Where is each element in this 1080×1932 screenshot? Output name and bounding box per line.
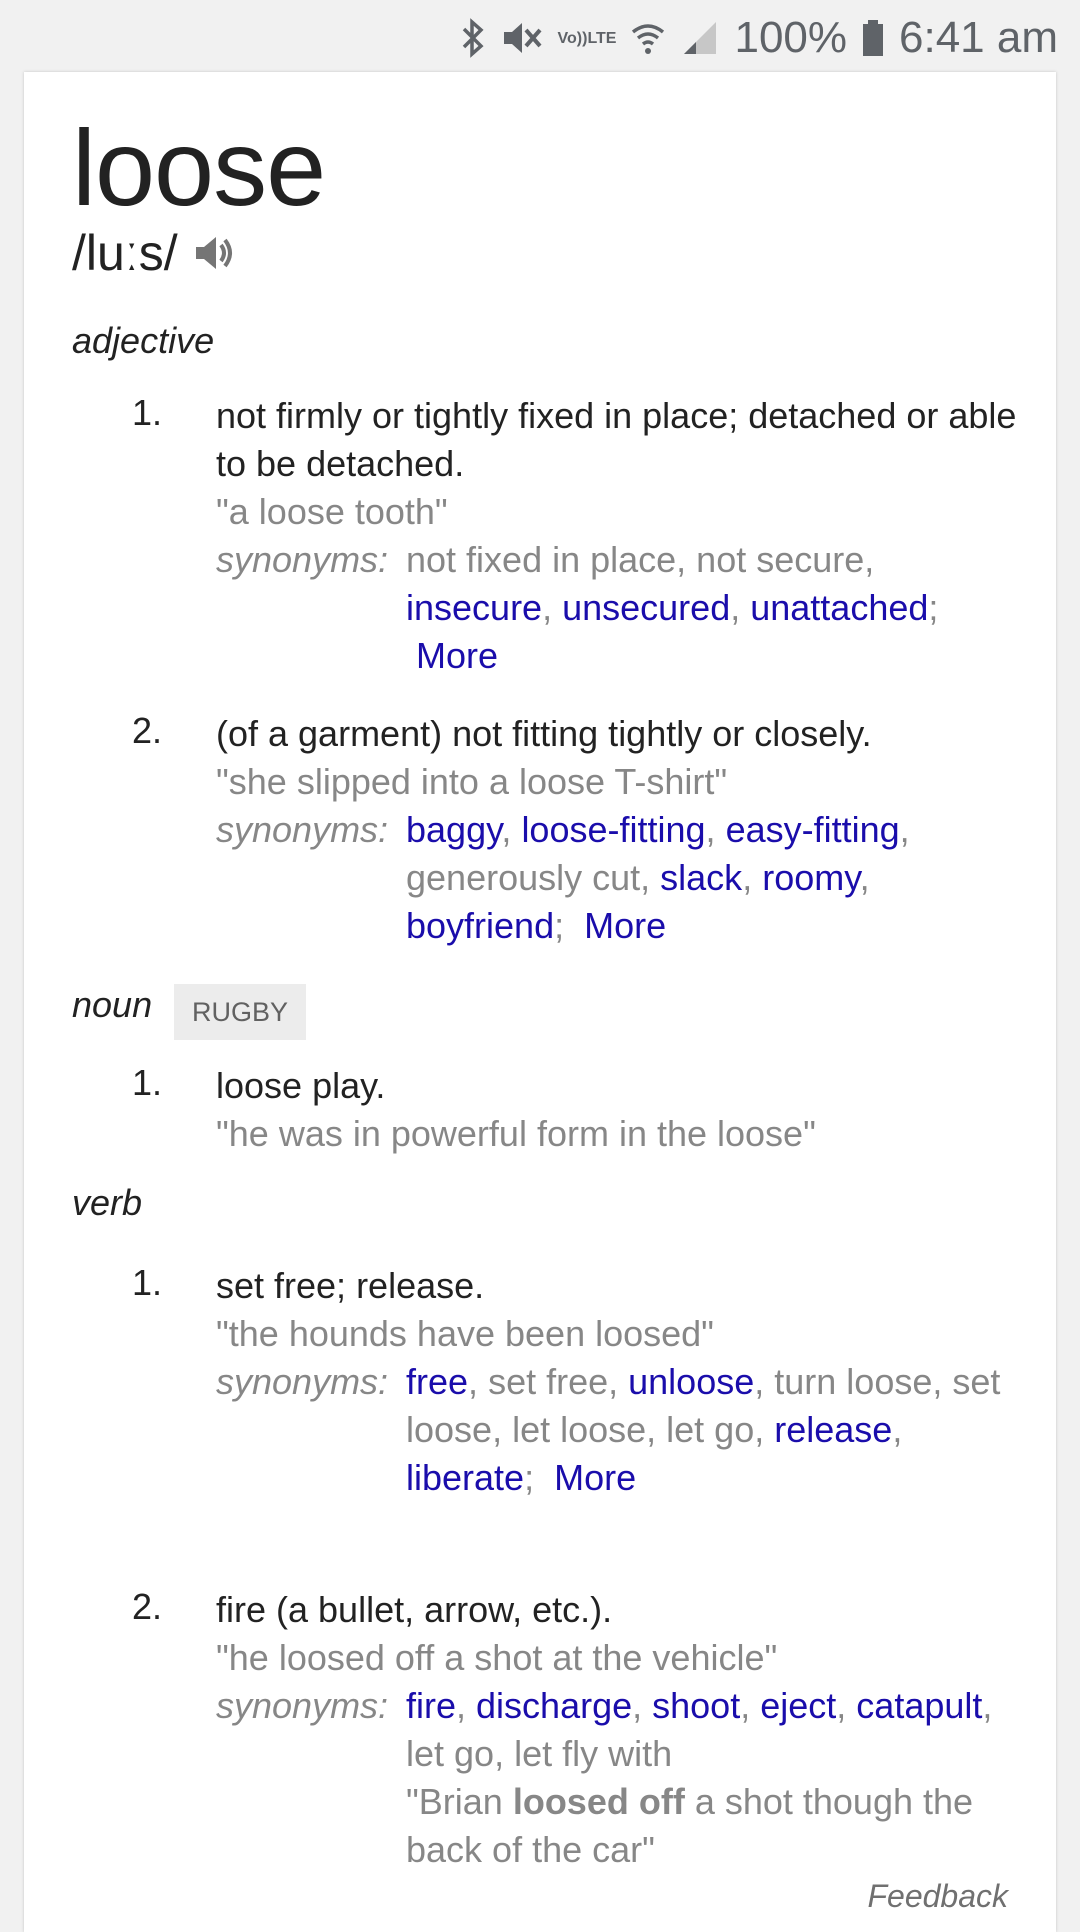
synonym-quote-highlight: loosed off (512, 1781, 685, 1822)
mute-icon (500, 18, 544, 58)
synonyms-row: synonyms: fire, discharge, shoot, eject,… (216, 1682, 1032, 1874)
synonym-quote-start: "Brian (406, 1781, 513, 1822)
adjective-sense-2: 2. (of a garment) not fitting tightly or… (132, 710, 1032, 950)
synonym-link[interactable]: shoot (652, 1685, 740, 1726)
synonyms-row: synonyms: baggy, loose-fitting, easy-fit… (216, 806, 1032, 950)
synonym-link[interactable]: unattached (750, 587, 928, 628)
synonyms-list: free, set free, unloose, turn loose, set… (406, 1361, 1001, 1498)
example: "she slipped into a loose T-shirt" (216, 761, 728, 802)
example: "he loosed off a shot at the vehicle" (216, 1637, 778, 1678)
synonyms-row: synonyms: not fixed in place, not secure… (216, 536, 1032, 680)
synonyms-list: not fixed in place, not secure, insecure… (406, 539, 939, 676)
synonyms-row: synonyms: free, set free, unloose, turn … (216, 1358, 1032, 1502)
synonym-link[interactable]: unloose (628, 1361, 754, 1402)
dictionary-card: loose /luːs/ adjective 1. not firmly or … (24, 72, 1056, 1932)
phonetic-text: /luːs/ (72, 225, 178, 281)
synonyms-list: baggy, loose-fitting, easy-fitting, gene… (406, 809, 910, 946)
feedback-link[interactable]: Feedback (867, 1878, 1008, 1915)
gloss: not firmly or tightly fixed in place; de… (216, 395, 1017, 484)
verb-sense-2: 2. fire (a bullet, arrow, etc.). "he loo… (132, 1586, 1032, 1874)
synonyms-label: synonyms: (216, 539, 389, 580)
pos-adjective: adjective (72, 320, 215, 361)
headword: loose (72, 107, 326, 228)
sense-number: 2. (132, 1586, 163, 1627)
wifi-icon (630, 18, 666, 58)
synonym-link[interactable]: release (774, 1409, 892, 1450)
synonym-link[interactable]: liberate (406, 1457, 524, 1498)
synonym-link[interactable]: discharge (476, 1685, 632, 1726)
synonym-plain: generously cut (406, 857, 641, 898)
example: "the hounds have been loosed" (216, 1313, 714, 1354)
verb-sense-1: 1. set free; release. "the hounds have b… (132, 1262, 1032, 1502)
synonym-link[interactable]: eject (760, 1685, 836, 1726)
pos-verb: verb (72, 1182, 143, 1223)
pos-noun: noun (72, 984, 153, 1025)
sense-number: 1. (132, 392, 163, 433)
usage-tag: RUGBY (174, 984, 307, 1040)
bluetooth-icon (460, 18, 486, 58)
more-link[interactable]: More (416, 635, 498, 676)
sense-number: 1. (132, 1062, 163, 1103)
signal-icon (680, 18, 720, 58)
clock: 6:41 am (899, 13, 1058, 62)
speaker-icon[interactable] (192, 230, 238, 276)
synonym-link[interactable]: catapult (856, 1685, 982, 1726)
adjective-sense-1: 1. not firmly or tightly fixed in place;… (132, 392, 1032, 680)
example: "he was in powerful form in the loose" (216, 1113, 816, 1154)
synonym-link[interactable]: slack (660, 857, 742, 898)
synonym-link[interactable]: loose-fitting (521, 809, 705, 850)
battery-percent: 100% (734, 13, 848, 62)
noun-sense-1: 1. loose play. "he was in powerful form … (132, 1062, 1032, 1158)
synonym-plain: not fixed in place, not secure, (406, 539, 875, 580)
battery-icon (861, 18, 885, 58)
synonyms-label: synonyms: (216, 809, 389, 850)
synonyms-list: fire, discharge, shoot, eject, catapult,… (406, 1685, 993, 1870)
more-link[interactable]: More (584, 905, 666, 946)
status-icons: Vo)) LTE 100% 6:41 am (460, 10, 1058, 66)
synonym-link[interactable]: easy-fitting (726, 809, 900, 850)
more-link[interactable]: More (554, 1457, 636, 1498)
example: "a loose tooth" (216, 491, 448, 532)
synonyms-label: synonyms: (216, 1361, 389, 1402)
volte-icon: Vo)) LTE (557, 29, 617, 47)
status-bar: Vo)) LTE 100% 6:41 am (0, 0, 1080, 72)
sense-number: 2. (132, 710, 163, 751)
synonym-link[interactable]: unsecured (562, 587, 730, 628)
synonym-link[interactable]: boyfriend (406, 905, 554, 946)
gloss: fire (a bullet, arrow, etc.). (216, 1589, 613, 1630)
synonym-link[interactable]: baggy (406, 809, 501, 850)
synonym-link[interactable]: roomy (762, 857, 859, 898)
synonyms-label: synonyms: (216, 1685, 389, 1726)
gloss: (of a garment) not fitting tightly or cl… (216, 713, 872, 754)
gloss: loose play. (216, 1065, 386, 1106)
synonym-plain: let go, let fly with (406, 1733, 673, 1774)
gloss: set free; release. (216, 1265, 485, 1306)
synonym-link[interactable]: free (406, 1361, 468, 1402)
pronunciation-row: /luːs/ (72, 224, 238, 282)
synonym-link[interactable]: fire (406, 1685, 456, 1726)
synonym-link[interactable]: insecure (406, 587, 542, 628)
sense-number: 1. (132, 1262, 163, 1303)
synonym-plain: set free, (488, 1361, 619, 1402)
